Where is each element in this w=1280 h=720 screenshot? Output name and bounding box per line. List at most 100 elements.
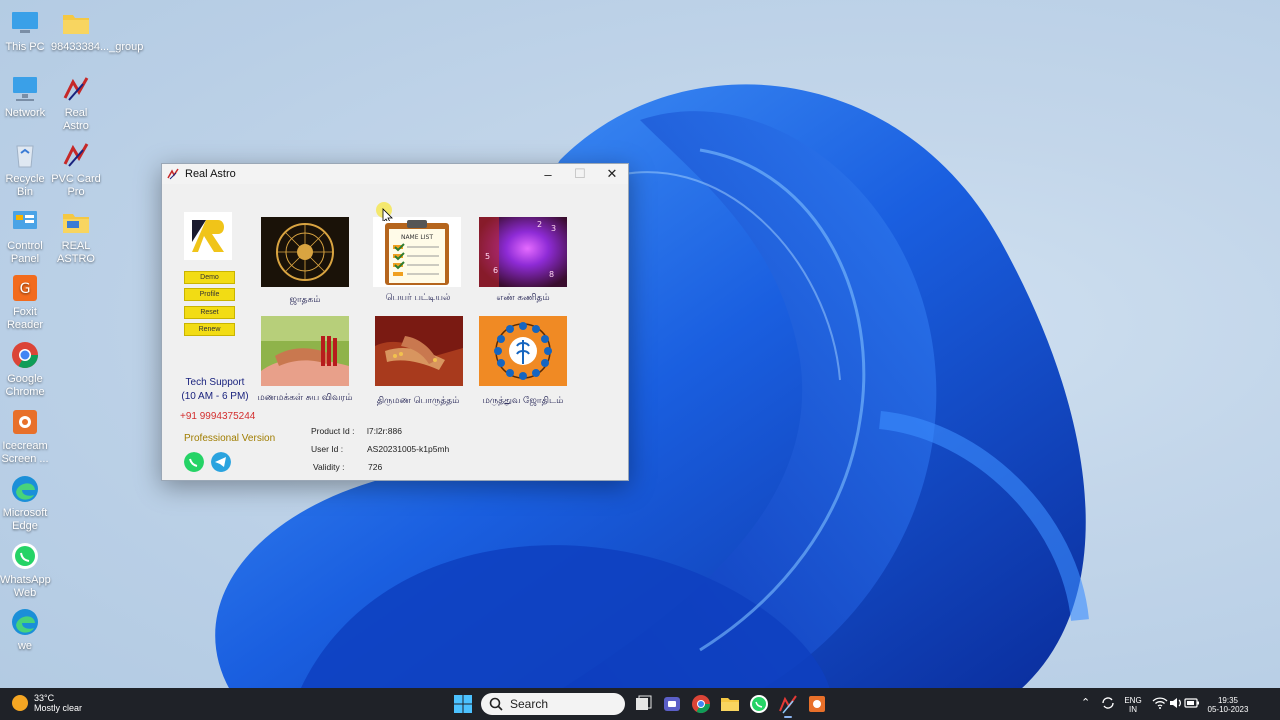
folder-icon — [63, 214, 89, 233]
desktop-icon-whatsapp-web[interactable]: WhatsApp Web — [0, 541, 51, 600]
folder-icon — [63, 15, 89, 34]
foxit-reader-icon: G — [13, 275, 37, 301]
desktop-icon-label: Foxit Reader — [6, 306, 44, 331]
desktop-icon-real-astro-folder[interactable]: REAL ASTRO — [51, 207, 101, 266]
desktop-icon-label: REAL ASTRO — [57, 240, 95, 265]
minimize-button[interactable]: – — [532, 164, 564, 184]
whatsapp-icon[interactable] — [184, 452, 204, 472]
clock-time: 19:35 — [1217, 696, 1239, 705]
taskbar-search[interactable]: Search — [481, 693, 625, 715]
version-label: Professional Version — [184, 433, 276, 444]
search-placeholder: Search — [510, 697, 549, 711]
svg-text:2: 2 — [537, 220, 542, 229]
telegram-icon[interactable] — [211, 452, 231, 472]
tech-support-hours: (10 AM - 6 PM) — [181, 391, 249, 402]
search-icon — [489, 697, 503, 711]
desktop-icon-this-pc[interactable]: This PC — [0, 8, 50, 54]
teams-icon[interactable] — [661, 693, 683, 715]
control-panel-icon — [13, 211, 37, 229]
real-astro-app-icon — [167, 168, 179, 180]
tray-overflow-chevron[interactable]: ⌃ — [1081, 698, 1090, 709]
user-id-label: User Id : — [311, 444, 344, 454]
clock[interactable]: 19:35 05-10-2023 — [1204, 696, 1252, 714]
demo-button[interactable]: Demo — [184, 271, 235, 284]
weather-icon — [12, 695, 28, 711]
taskbar: 33°C Mostly clear Search ⌃ ENG IN 19:35 … — [0, 688, 1280, 720]
pvc-card-icon — [63, 143, 89, 167]
svg-text:5: 5 — [485, 252, 490, 261]
tech-support-title: Tech Support — [185, 377, 245, 388]
task-view-icon[interactable] — [632, 693, 654, 715]
product-id-label: Product Id : — [311, 426, 355, 436]
region-code: IN — [1129, 705, 1137, 714]
medical-astrology-tile[interactable] — [479, 316, 567, 386]
volume-icon[interactable] — [1168, 695, 1184, 711]
renew-button[interactable]: Renew — [184, 323, 235, 336]
validity-value: 726 — [368, 462, 383, 472]
whatsapp-taskbar-icon[interactable] — [748, 693, 770, 715]
name-list-tile[interactable]: NAME LIST — [373, 217, 461, 287]
language-indicator[interactable]: ENG IN — [1124, 696, 1142, 714]
validity-label: Validity : — [313, 462, 345, 472]
bride-details-tile[interactable] — [261, 316, 349, 386]
desktop-icon-foxit-reader[interactable]: G Foxit Reader — [0, 273, 50, 332]
desktop-icon-edge[interactable]: Microsoft Edge — [0, 474, 50, 533]
bride-details-label: மணமக்கள் சுய விவரம் — [257, 392, 353, 402]
desktop-icon-label: Icecream Screen ... — [1, 440, 49, 465]
edge-icon — [12, 476, 38, 502]
desktop-icon-icecream[interactable]: Icecream Screen ... — [0, 407, 50, 466]
network-icon — [13, 77, 37, 101]
desktop-icon-control-panel[interactable]: Control Panel — [0, 207, 50, 266]
start-icon[interactable] — [452, 693, 474, 715]
profile-button[interactable]: Profile — [184, 288, 235, 301]
jathagam-label: ஜாதகம் — [289, 294, 321, 304]
real-astro-taskbar-icon[interactable] — [777, 693, 799, 715]
wifi-icon[interactable] — [1152, 695, 1168, 711]
medical-astrology-label: மருத்துவ ஜோதிடம் — [482, 395, 564, 405]
desktop-icon-label: Recycle Bin — [5, 173, 45, 198]
close-button[interactable]: ✕ — [596, 164, 628, 184]
name-list-label: பெயர் பட்டியல் — [385, 292, 451, 302]
desktop-icon-recycle-bin[interactable]: Recycle Bin — [0, 140, 50, 199]
chrome-icon — [12, 342, 38, 368]
marriage-matching-label: திருமண பொருத்தம் — [376, 395, 460, 405]
weather-desc: Mostly clear — [34, 703, 83, 713]
desktop-icon-label: Control Panel — [7, 240, 43, 265]
desktop-icon-real-astro[interactable]: Real Astro — [51, 74, 101, 133]
desktop-icon-label: WhatsApp Web — [0, 574, 51, 599]
desktop-icon-we[interactable]: we — [0, 607, 50, 653]
desktop-icon-label: This PC — [5, 41, 45, 53]
whatsapp-icon — [12, 543, 38, 569]
icecream-taskbar-icon[interactable] — [806, 693, 828, 715]
language-code: ENG — [1124, 696, 1142, 705]
jathagam-tile[interactable] — [261, 217, 349, 287]
desktop-icon-group-folder[interactable]: 98433384..._group — [51, 8, 143, 54]
app-logo — [184, 212, 232, 260]
desktop-icon-google-chrome[interactable]: Google Chrome — [0, 340, 50, 399]
desktop-icon-label: Real Astro — [63, 107, 89, 132]
numerology-label: எண் கணிதம் — [496, 292, 550, 302]
desktop-icon-label: Microsoft Edge — [2, 507, 48, 532]
clock-date: 05-10-2023 — [1207, 705, 1249, 714]
monitor-icon — [12, 12, 38, 33]
title-bar[interactable]: Real Astro – ☐ ✕ — [162, 164, 628, 184]
desktop-icon-label: Google Chrome — [5, 373, 45, 398]
product-id-value: l7:l2r:886 — [367, 426, 402, 436]
window-title: Real Astro — [185, 168, 236, 180]
svg-text:3: 3 — [551, 224, 556, 233]
desktop-icon-pvc-card-pro[interactable]: PVC Card Pro — [51, 140, 101, 199]
reset-button[interactable]: Reset — [184, 306, 235, 319]
user-id-value: AS20231005-k1p5mh — [367, 444, 450, 454]
sync-icon[interactable] — [1099, 694, 1117, 712]
support-phone: +91 9994375244 — [180, 411, 256, 422]
desktop-icon-network[interactable]: Network — [0, 74, 50, 120]
marriage-matching-tile[interactable] — [375, 316, 463, 386]
file-explorer-icon[interactable] — [719, 693, 741, 715]
active-app-indicator — [784, 716, 792, 718]
battery-icon[interactable] — [1184, 695, 1200, 711]
chrome-taskbar-icon[interactable] — [690, 693, 712, 715]
numerology-tile[interactable]: 56 8 32 — [479, 217, 567, 287]
svg-text:G: G — [20, 281, 31, 297]
weather-widget[interactable]: 33°C Mostly clear — [12, 693, 82, 713]
desktop-icon-label: PVC Card Pro — [51, 173, 101, 198]
